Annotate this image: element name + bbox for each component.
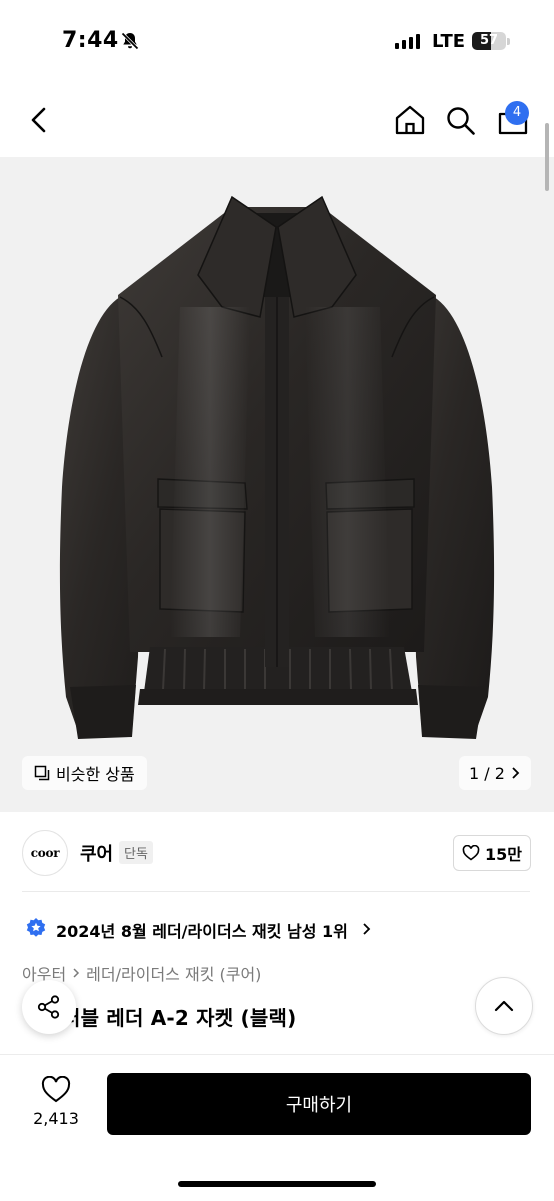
buy-button[interactable]: 구매하기 bbox=[107, 1073, 531, 1135]
chevron-right-icon bbox=[512, 767, 520, 779]
image-pager-text: 1 / 2 bbox=[469, 763, 505, 783]
share-icon bbox=[37, 995, 60, 1019]
similar-products-label: 비슷한 상품 bbox=[56, 765, 135, 784]
product-image-gallery[interactable] bbox=[0, 157, 554, 812]
product-title-text: 러블 레더 A-2 자켓 (블랙) bbox=[62, 1006, 297, 1030]
scroll-to-top-button[interactable] bbox=[475, 977, 533, 1035]
breadcrumb-subcategory[interactable]: 레더/라이더스 재킷 (쿠어) bbox=[86, 961, 261, 985]
brand-logo[interactable]: coor bbox=[22, 830, 68, 876]
search-icon[interactable] bbox=[445, 105, 477, 137]
leather-jacket-image bbox=[59, 195, 495, 739]
battery-icon: 57 bbox=[472, 32, 506, 50]
status-time: 7:44 bbox=[62, 28, 119, 53]
heart-icon bbox=[462, 845, 480, 861]
brand-like-button[interactable]: 15만 bbox=[453, 835, 531, 871]
cellular-signal-icon bbox=[395, 34, 420, 49]
section-divider bbox=[22, 891, 530, 892]
heart-icon bbox=[41, 1076, 71, 1103]
network-type: LTE bbox=[432, 31, 466, 52]
silent-bell-icon bbox=[121, 32, 139, 50]
back-icon[interactable] bbox=[28, 106, 52, 134]
cart-count-badge: 4 bbox=[505, 101, 529, 125]
breadcrumb-chevron-icon bbox=[73, 968, 80, 978]
share-button[interactable] bbox=[22, 980, 76, 1034]
chevron-right-icon[interactable] bbox=[362, 922, 372, 936]
wishlist-count: 2,413 bbox=[33, 1109, 79, 1128]
brand-like-count: 15만 bbox=[485, 845, 522, 864]
exclusive-badge: 단독 bbox=[119, 841, 153, 864]
wishlist-button[interactable]: 2,413 bbox=[30, 1076, 82, 1128]
image-pager-button[interactable]: 1 / 2 bbox=[459, 756, 531, 790]
ranking-medal-icon bbox=[26, 918, 46, 937]
similar-items-icon bbox=[34, 765, 50, 781]
ranking-text[interactable]: 2024년 8월 레더/라이더스 재킷 남성 1위 bbox=[56, 918, 348, 942]
home-indicator[interactable] bbox=[178, 1181, 376, 1187]
similar-products-button[interactable]: 비슷한 상품 bbox=[22, 756, 147, 790]
brand-name[interactable]: 쿠어 bbox=[80, 840, 113, 866]
home-icon[interactable] bbox=[393, 103, 427, 137]
chevron-up-icon bbox=[494, 1000, 514, 1012]
battery-level: 57 bbox=[479, 33, 499, 48]
page-scroll-indicator[interactable] bbox=[545, 123, 549, 191]
battery-tip bbox=[507, 38, 510, 45]
